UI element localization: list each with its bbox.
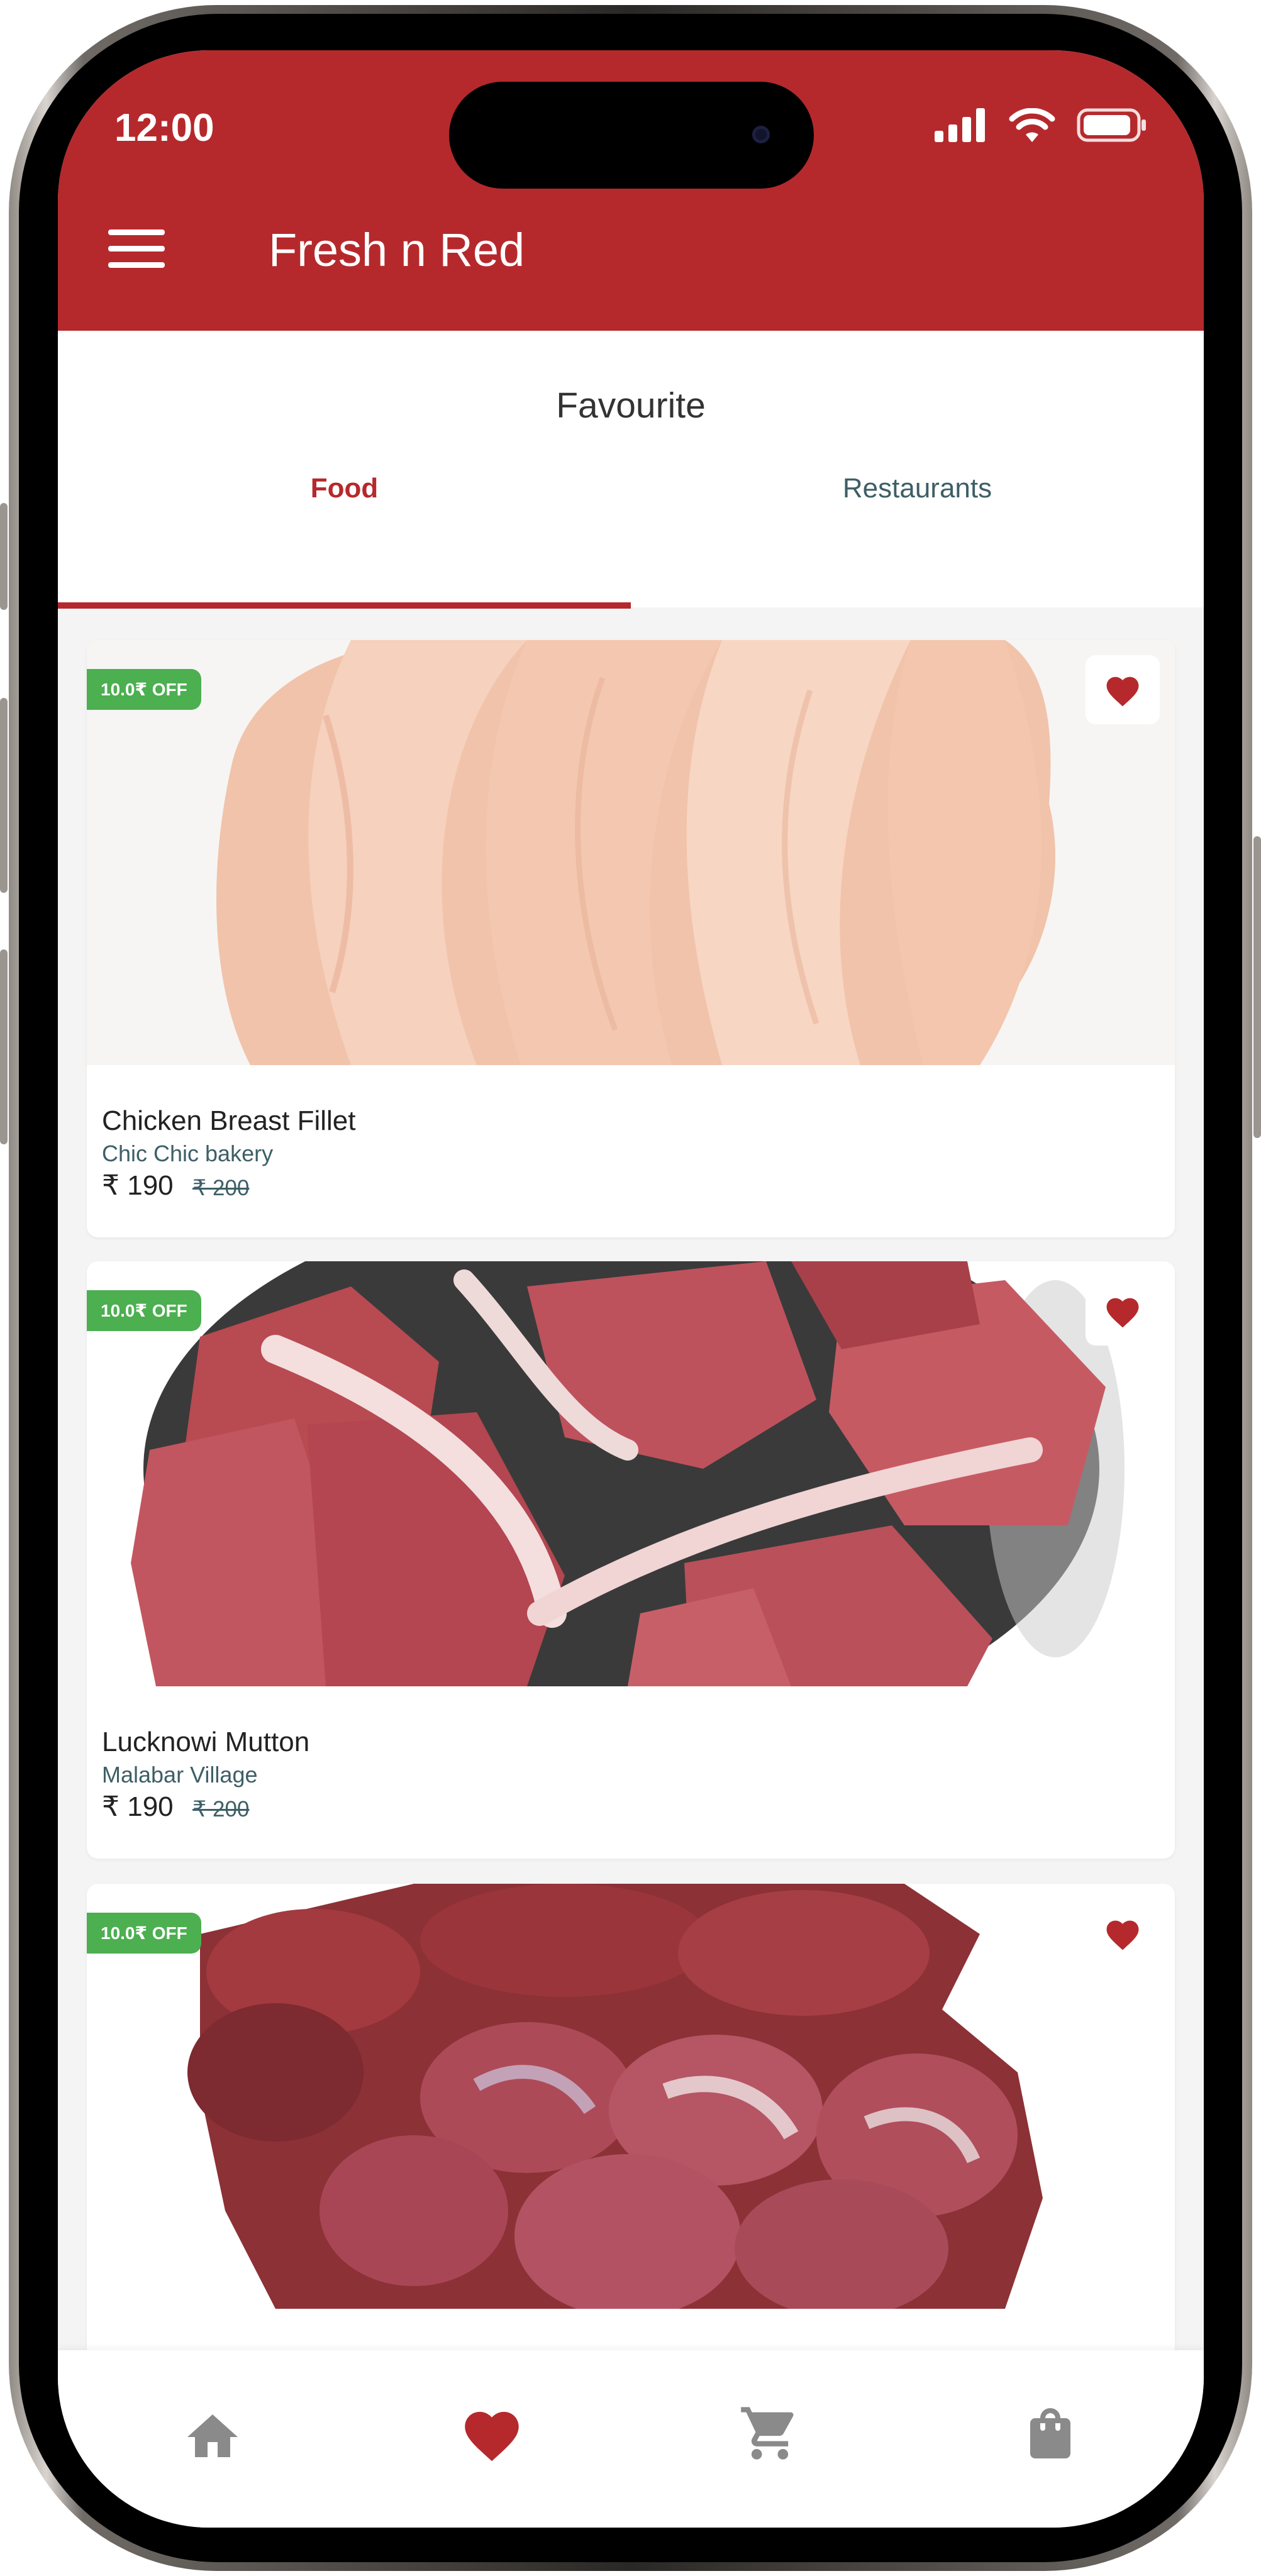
favourite-toggle-button[interactable] — [1086, 1276, 1160, 1346]
screen: 12:00 Fresh n Red Favourite Food Restaur… — [58, 50, 1204, 2528]
nav-home[interactable] — [175, 2396, 250, 2471]
discount-badge: 10.0₹ OFF — [87, 669, 201, 710]
page-title: Favourite — [556, 385, 706, 426]
active-tab-indicator — [58, 602, 631, 609]
menu-button[interactable] — [108, 229, 165, 268]
food-name: Lucknowi Mutton — [102, 1727, 310, 1757]
nav-favourites[interactable] — [454, 2396, 530, 2471]
food-image — [87, 640, 1175, 1065]
cart-icon — [741, 2407, 794, 2460]
original-price: ₹ 200 — [192, 1797, 250, 1821]
wifi-icon — [1009, 108, 1055, 142]
phone-volume-up-button — [0, 698, 8, 893]
bottom-navigation — [58, 2350, 1204, 2528]
camera-icon — [752, 126, 770, 143]
menu-icon-line — [108, 246, 165, 252]
menu-icon-line — [108, 262, 165, 268]
discount-badge: 10.0₹ OFF — [87, 1290, 201, 1331]
nav-cart[interactable] — [732, 2396, 808, 2471]
favourite-header: Favourite Food Restaurants — [58, 331, 1204, 609]
phone-power-button — [1253, 836, 1261, 1138]
heart-icon — [1106, 677, 1139, 707]
menu-icon-line — [108, 229, 165, 235]
original-price: ₹ 200 — [192, 1176, 250, 1200]
battery-icon — [1077, 108, 1146, 142]
shop-name: Malabar Village — [102, 1762, 258, 1788]
app-title: Fresh n Red — [269, 224, 525, 276]
phone-action-button — [0, 503, 8, 610]
shopping-bag-icon — [1030, 2408, 1070, 2458]
signal-icon — [935, 108, 985, 142]
status-time: 12:00 — [114, 106, 214, 150]
price: ₹ 190 — [102, 1791, 174, 1822]
favourite-toggle-button[interactable] — [1086, 655, 1160, 724]
app-header: 12:00 Fresh n Red — [58, 50, 1204, 331]
list-item[interactable]: 10.0₹ OFF Lucknowi Mutton Malabar Villag… — [87, 1261, 1175, 1859]
shop-name: Chic Chic bakery — [102, 1141, 274, 1166]
tab-food[interactable]: Food — [58, 473, 631, 504]
status-icons — [935, 108, 1147, 142]
dynamic-island — [449, 82, 814, 189]
food-image — [87, 1261, 1175, 1686]
tab-restaurants[interactable]: Restaurants — [631, 473, 1204, 504]
phone-volume-down-button — [0, 949, 8, 1144]
price: ₹ 190 — [102, 1170, 174, 1201]
favourite-toggle-button[interactable] — [1086, 1899, 1160, 1968]
discount-badge: 10.0₹ OFF — [87, 1913, 201, 1954]
heart-icon — [1106, 1298, 1139, 1328]
food-name: Chicken Breast Fillet — [102, 1105, 356, 1136]
home-icon — [187, 2414, 238, 2457]
list-item[interactable]: 10.0₹ OFF Chicken Breast Fillet Chic Chi… — [87, 640, 1175, 1237]
nav-orders[interactable] — [1013, 2396, 1088, 2471]
food-image — [87, 1884, 1175, 2309]
heart-icon — [465, 2411, 519, 2462]
heart-icon — [1106, 1920, 1139, 1950]
